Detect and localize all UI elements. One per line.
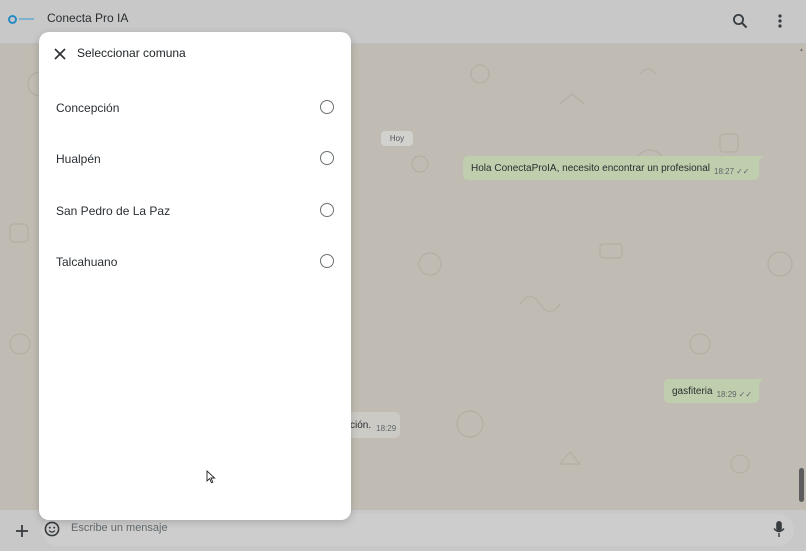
close-icon[interactable] bbox=[52, 46, 68, 62]
radio-button[interactable] bbox=[320, 100, 334, 114]
option-label: Talcahuano bbox=[56, 255, 118, 269]
select-comuna-dialog: Seleccionar comuna Concepción Hualpén Sa… bbox=[39, 32, 351, 520]
option-talcahuano[interactable]: Talcahuano bbox=[39, 243, 351, 283]
option-label: Hualpén bbox=[56, 152, 101, 166]
radio-button[interactable] bbox=[320, 203, 334, 217]
radio-button[interactable] bbox=[320, 151, 334, 165]
radio-button[interactable] bbox=[320, 254, 334, 268]
option-concepcion[interactable]: Concepción bbox=[39, 89, 351, 129]
mouse-cursor-icon bbox=[206, 470, 216, 484]
option-label: Concepción bbox=[56, 101, 120, 115]
option-label: San Pedro de La Paz bbox=[56, 204, 171, 218]
dialog-title: Seleccionar comuna bbox=[77, 46, 186, 60]
option-san-pedro-de-la-paz[interactable]: San Pedro de La Paz bbox=[39, 192, 351, 232]
option-hualpen[interactable]: Hualpén bbox=[39, 140, 351, 180]
